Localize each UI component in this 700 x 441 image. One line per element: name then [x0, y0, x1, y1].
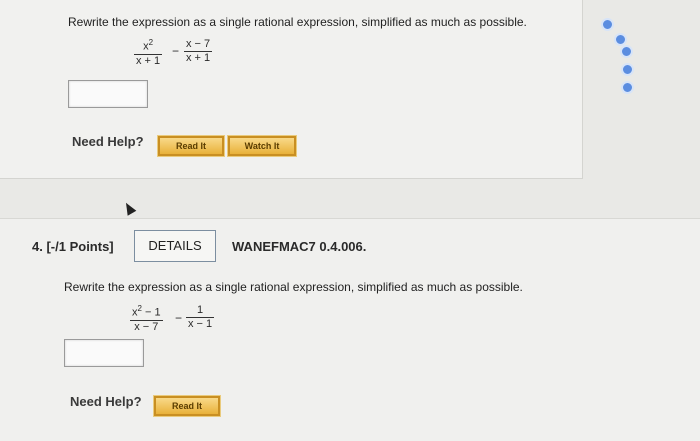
q4-answer-input[interactable] [64, 339, 144, 367]
question-3-panel: Rewrite the expression as a single ratio… [0, 0, 583, 179]
q4-fraction-2-numerator: 1 [197, 304, 204, 316]
q4-number: 4. [32, 239, 43, 254]
q4-problem-code: WANEFMAC7 0.4.006. [232, 239, 367, 254]
nav-dot-icon[interactable] [620, 45, 633, 58]
q3-operator: − [172, 44, 180, 58]
q4-fraction-2-denominator: x − 1 [188, 318, 213, 330]
q4-details-button[interactable]: DETAILS [134, 230, 216, 262]
nav-dot-icon[interactable] [601, 18, 614, 31]
q3-fraction-2: x − 7 x + 1 [184, 38, 213, 65]
q3-fraction-1-numerator: x2 [143, 38, 154, 53]
q4-fraction-1: x2 − 1 x − 7 [130, 302, 163, 334]
q3-fraction-1-denominator: x + 1 [136, 54, 161, 67]
q4-fraction-1-numerator: x2 − 1 [132, 304, 161, 319]
q3-read-it-button[interactable]: Read It [158, 136, 224, 156]
q4-need-help-label: Need Help? [70, 394, 142, 409]
nav-dot-icon[interactable] [621, 63, 634, 76]
q3-answer-input[interactable] [68, 80, 148, 108]
q4-fraction-2: 1 x − 1 [186, 304, 215, 331]
q3-fraction-1: x2 x + 1 [134, 36, 163, 68]
question-4-prompt: Rewrite the expression as a single ratio… [64, 280, 523, 294]
q3-watch-it-button[interactable]: Watch It [228, 136, 296, 156]
q3-fraction-2-numerator: x − 7 [186, 38, 211, 50]
q4-header: 4. [-/1 Points] [32, 239, 114, 254]
q4-operator: − [175, 311, 183, 325]
q3-need-help-label: Need Help? [72, 134, 144, 149]
q4-points: [-/1 Points] [46, 239, 114, 254]
page: Rewrite the expression as a single ratio… [0, 0, 700, 441]
nav-dot-icon[interactable] [621, 81, 634, 94]
q3-fraction-2-denominator: x + 1 [186, 52, 211, 64]
mouse-cursor-icon [121, 200, 137, 216]
q4-fraction-1-denominator: x − 7 [134, 320, 159, 333]
question-3-prompt: Rewrite the expression as a single ratio… [68, 15, 527, 29]
q4-read-it-button[interactable]: Read It [154, 396, 220, 416]
